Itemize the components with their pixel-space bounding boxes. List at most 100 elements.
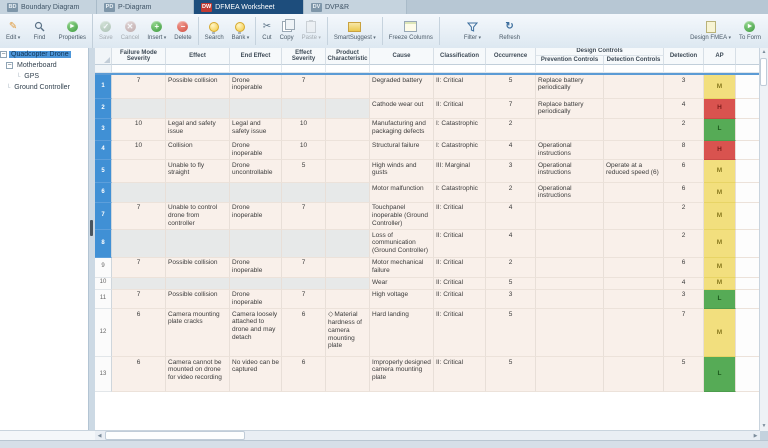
col-header-cause[interactable]: Cause bbox=[370, 48, 434, 65]
col-header-product-characteristic[interactable]: Product Characteristic bbox=[326, 48, 370, 65]
cell-fmsev[interactable] bbox=[112, 99, 166, 119]
col-header-classification[interactable]: Classification bbox=[434, 48, 486, 65]
row-number[interactable]: 2 bbox=[95, 99, 112, 119]
cell-ap[interactable]: L bbox=[704, 289, 736, 310]
row-number[interactable]: 7 bbox=[95, 202, 112, 231]
col-header-prevention-controls[interactable]: Prevention Controls bbox=[536, 56, 604, 65]
filter-cell[interactable] bbox=[326, 65, 370, 73]
cell-cls[interactable]: II: Critical bbox=[434, 357, 486, 393]
cell-cls[interactable]: I: Catastrophic bbox=[434, 140, 486, 161]
cell-det[interactable]: 5 bbox=[664, 357, 704, 393]
row-number[interactable]: 8 bbox=[95, 230, 112, 258]
cell-ap[interactable]: M bbox=[704, 309, 736, 358]
cell-effsev[interactable]: 6 bbox=[282, 309, 326, 358]
cell-fmsev[interactable]: 7 bbox=[112, 289, 166, 310]
cell-effsev[interactable]: 7 bbox=[282, 257, 326, 278]
cell-det[interactable]: 3 bbox=[664, 75, 704, 99]
cell-detctrl[interactable] bbox=[604, 230, 664, 258]
cell-effsev[interactable]: 7 bbox=[282, 202, 326, 231]
cell-ap[interactable]: M bbox=[704, 160, 736, 184]
cell-occ[interactable]: 4 bbox=[486, 230, 536, 258]
filter-button[interactable]: Filter bbox=[460, 14, 485, 48]
row-number[interactable]: 1 bbox=[95, 75, 112, 99]
cell-ap[interactable]: L bbox=[704, 118, 736, 141]
cell-occ[interactable]: 5 bbox=[486, 277, 536, 290]
tree-item-quadcopter-drone[interactable]: − Quadcopter Drone bbox=[0, 49, 88, 60]
tab-p-diagram[interactable]: PD P-Diagram bbox=[97, 0, 194, 14]
cell-ap[interactable]: L bbox=[704, 357, 736, 393]
freeze-columns-button[interactable]: Freeze Columns bbox=[385, 14, 437, 48]
cell-effect[interactable]: Possible collision bbox=[166, 289, 230, 310]
cell-prodchar[interactable] bbox=[326, 183, 370, 203]
tree-item-motherboard[interactable]: − Motherboard bbox=[0, 60, 88, 71]
cell-occ[interactable]: 4 bbox=[486, 140, 536, 161]
row-number[interactable]: 3 bbox=[95, 118, 112, 141]
cell-prodchar[interactable] bbox=[326, 277, 370, 290]
filter-cell[interactable] bbox=[282, 65, 326, 73]
cell-effsev[interactable]: 7 bbox=[282, 75, 326, 99]
cell-prev[interactable] bbox=[536, 202, 604, 231]
paste-button[interactable]: Paste bbox=[298, 14, 325, 48]
cell-det[interactable]: 6 bbox=[664, 183, 704, 203]
scroll-up-icon[interactable]: ▲ bbox=[760, 48, 768, 57]
cell-effsev[interactable]: 5 bbox=[282, 160, 326, 184]
cell-cls[interactable]: III: Marginal bbox=[434, 160, 486, 184]
cell-prev[interactable] bbox=[536, 309, 604, 358]
cell-endeffect[interactable]: No video can be captured bbox=[230, 357, 282, 393]
filter-cell[interactable] bbox=[704, 65, 736, 73]
cell-endeffect[interactable] bbox=[230, 183, 282, 203]
cell-effsev[interactable] bbox=[282, 277, 326, 290]
cell-cause[interactable]: High voltage bbox=[370, 289, 434, 310]
cell-occ[interactable]: 3 bbox=[486, 160, 536, 184]
select-all-corner[interactable] bbox=[95, 48, 112, 65]
row-number[interactable]: 13 bbox=[95, 357, 112, 393]
cell-cause[interactable]: Manufacturing and packaging defects bbox=[370, 118, 434, 141]
collapse-icon[interactable]: − bbox=[0, 51, 7, 58]
cell-detctrl[interactable] bbox=[604, 75, 664, 99]
cell-prev[interactable] bbox=[536, 357, 604, 393]
cell-cls[interactable]: II: Critical bbox=[434, 99, 486, 119]
cell-effsev[interactable]: 10 bbox=[282, 118, 326, 141]
cell-effect[interactable] bbox=[166, 99, 230, 119]
save-button[interactable]: ✓ Save bbox=[95, 14, 117, 48]
design-fmea-button[interactable]: Design FMEA bbox=[686, 14, 735, 48]
cell-det[interactable]: 6 bbox=[664, 160, 704, 184]
cell-det[interactable]: 4 bbox=[664, 277, 704, 290]
cell-effsev[interactable] bbox=[282, 99, 326, 119]
cell-occ[interactable]: 5 bbox=[486, 357, 536, 393]
filter-cell[interactable] bbox=[536, 65, 604, 73]
cell-cause[interactable]: Loss of communication (Ground Controller… bbox=[370, 230, 434, 258]
cell-effsev[interactable]: 10 bbox=[282, 140, 326, 161]
cell-effect[interactable]: Legal and safety issue bbox=[166, 118, 230, 141]
row-number[interactable]: 9 bbox=[95, 257, 112, 278]
tree-item-ground-controller[interactable]: └ Ground Controller bbox=[0, 82, 88, 93]
col-header-occurrence[interactable]: Occurrence bbox=[486, 48, 536, 65]
cell-detctrl[interactable] bbox=[604, 140, 664, 161]
cell-fmsev[interactable] bbox=[112, 183, 166, 203]
cell-ap[interactable]: M bbox=[704, 75, 736, 99]
cell-fmsev[interactable]: 7 bbox=[112, 257, 166, 278]
cell-occ[interactable]: 7 bbox=[486, 99, 536, 119]
cell-endeffect[interactable]: Drone uncontrollable bbox=[230, 160, 282, 184]
cell-fmsev[interactable]: 7 bbox=[112, 202, 166, 231]
row-number[interactable]: 5 bbox=[95, 160, 112, 184]
cell-cls[interactable]: II: Critical bbox=[434, 289, 486, 310]
cell-cause[interactable]: High winds and gusts bbox=[370, 160, 434, 184]
cell-endeffect[interactable] bbox=[230, 230, 282, 258]
cell-endeffect[interactable]: Drone inoperable bbox=[230, 257, 282, 278]
filter-cell[interactable] bbox=[230, 65, 282, 73]
row-number[interactable]: 6 bbox=[95, 183, 112, 203]
col-header-end-effect[interactable]: End Effect bbox=[230, 48, 282, 65]
cell-prodchar[interactable] bbox=[326, 160, 370, 184]
vertical-scroll-thumb[interactable] bbox=[760, 58, 767, 86]
scroll-down-icon[interactable]: ▼ bbox=[760, 422, 768, 431]
cell-effect[interactable]: Possible collision bbox=[166, 257, 230, 278]
cell-det[interactable]: 6 bbox=[664, 257, 704, 278]
cell-det[interactable]: 2 bbox=[664, 230, 704, 258]
cell-fmsev[interactable]: 7 bbox=[112, 75, 166, 99]
col-header-effect[interactable]: Effect bbox=[166, 48, 230, 65]
cell-effect[interactable] bbox=[166, 230, 230, 258]
properties-button[interactable]: ► Properties bbox=[55, 14, 90, 48]
cell-det[interactable]: 3 bbox=[664, 289, 704, 310]
cell-effect[interactable]: Unable to control drone from controller bbox=[166, 202, 230, 231]
